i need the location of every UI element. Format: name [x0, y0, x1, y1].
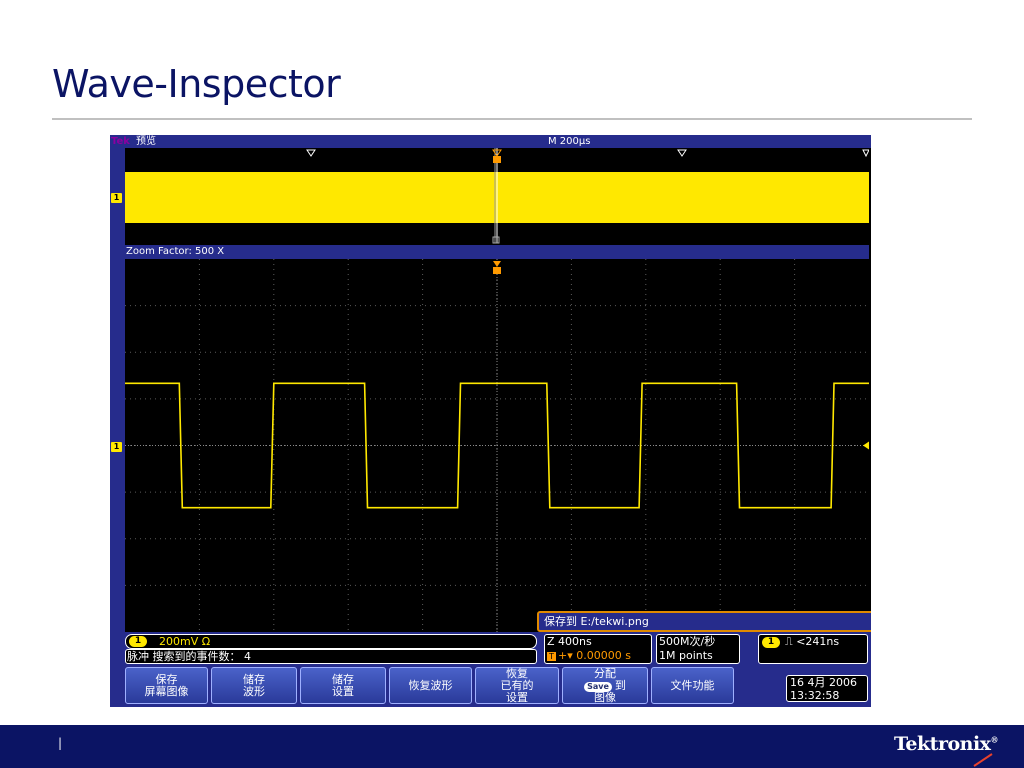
save-path-message: 保存到 E:/tekwi.png — [537, 611, 871, 632]
channel-1-ground-marker[interactable]: 1 — [111, 442, 122, 452]
zoom-window-handle[interactable] — [492, 236, 500, 244]
search-mark-icon[interactable] — [862, 149, 870, 158]
brand-swoosh-icon — [973, 753, 993, 767]
trigger-marker-icon — [493, 156, 501, 163]
zoom-position: T +▾ 0.00000 s — [547, 649, 631, 663]
recall-setup-button[interactable]: 恢复 已有的 设置 — [475, 667, 559, 704]
assign-to-label: 到 — [614, 678, 626, 692]
tektronix-logo: Tektronix® — [893, 733, 999, 755]
save-setup-button[interactable]: 储存 设置 — [300, 667, 386, 704]
scope-status-area: 1 200mV Ω 脉冲 搜索到的事件数： 4 Z 400ns T +▾ 0.00… — [110, 632, 871, 707]
trigger-condition: ⎍ <241ns — [785, 635, 840, 648]
save-waveform-button[interactable]: 储存 波形 — [211, 667, 297, 704]
trigger-source-badge: 1 — [762, 637, 780, 648]
overview-plot — [125, 148, 870, 244]
trigger-position-icon — [493, 261, 501, 267]
zoom-position-value: +▾ 0.00000 s — [558, 649, 631, 662]
zoom-timebase: Z 400ns — [547, 635, 592, 648]
assign-middle: Save 到 — [584, 678, 626, 692]
record-length: 1M points — [659, 649, 713, 662]
slide-footer: | Tektronix® — [0, 725, 1024, 768]
page-number: | — [58, 736, 63, 750]
timebase-readout: M 200µs — [548, 136, 591, 147]
registered-mark: ® — [990, 734, 999, 745]
assign-label: 分配 — [594, 666, 616, 680]
search-mark-icon[interactable] — [306, 149, 316, 157]
trigger-readout[interactable]: 1 ⎍ <241ns — [758, 634, 868, 664]
acquisition-readout[interactable]: 500M次/秒 1M points — [656, 634, 740, 664]
slide-title: Wave-Inspector — [52, 62, 341, 106]
tek-logo: Tek — [111, 136, 130, 147]
save-icon: Save — [584, 681, 612, 692]
sample-rate: 500M次/秒 — [659, 635, 716, 648]
save-screen-image-button[interactable]: 保存 屏幕图像 — [125, 667, 208, 704]
assign-target-label: 图像 — [594, 690, 616, 704]
trigger-badge-icon: T — [547, 652, 556, 661]
scope-top-bar: Tek 预览 M 200µs — [110, 135, 871, 148]
search-results-readout: 脉冲 搜索到的事件数： 4 — [125, 649, 537, 664]
search-mark-icon[interactable] — [677, 149, 687, 157]
channel-1-scale: 200mV Ω — [159, 635, 211, 648]
zoom-graticule — [125, 259, 869, 632]
channel-1-readout[interactable]: 1 200mV Ω — [125, 634, 537, 649]
title-divider — [52, 118, 972, 120]
zoom-factor-label: Zoom Factor: 500 X — [126, 246, 225, 257]
zoom-waveform-plot — [125, 259, 869, 632]
date-time-readout: 16 4月 2006 13:32:58 — [786, 675, 868, 702]
zoom-bar: Zoom Factor: 500 X — [125, 245, 869, 259]
trigger-marker-icon — [493, 267, 501, 274]
file-utilities-button[interactable]: 文件功能 — [651, 667, 734, 704]
recall-waveform-button[interactable]: 恢复波形 — [389, 667, 472, 704]
channel-1-badge: 1 — [129, 636, 147, 647]
oscilloscope-screen: Tek 预览 M 200µs 1 Zoom Factor: 500 X 1 保存… — [110, 135, 871, 707]
date-value: 16 4月 2006 — [790, 676, 857, 689]
left-strip — [110, 148, 125, 632]
record-overview[interactable] — [125, 148, 870, 245]
assign-save-button[interactable]: 分配 Save 到 图像 — [562, 667, 648, 704]
channel-1-overview-marker[interactable]: 1 — [111, 193, 122, 203]
brand-name: Tektronix — [893, 733, 991, 755]
pulse-search-count: 脉冲 搜索到的事件数： 4 — [127, 650, 251, 663]
time-value: 13:32:58 — [790, 689, 840, 702]
zoom-timebase-readout[interactable]: Z 400ns T +▾ 0.00000 s — [544, 634, 652, 664]
mode-label: 预览 — [136, 136, 156, 147]
trigger-level-icon — [863, 441, 869, 450]
